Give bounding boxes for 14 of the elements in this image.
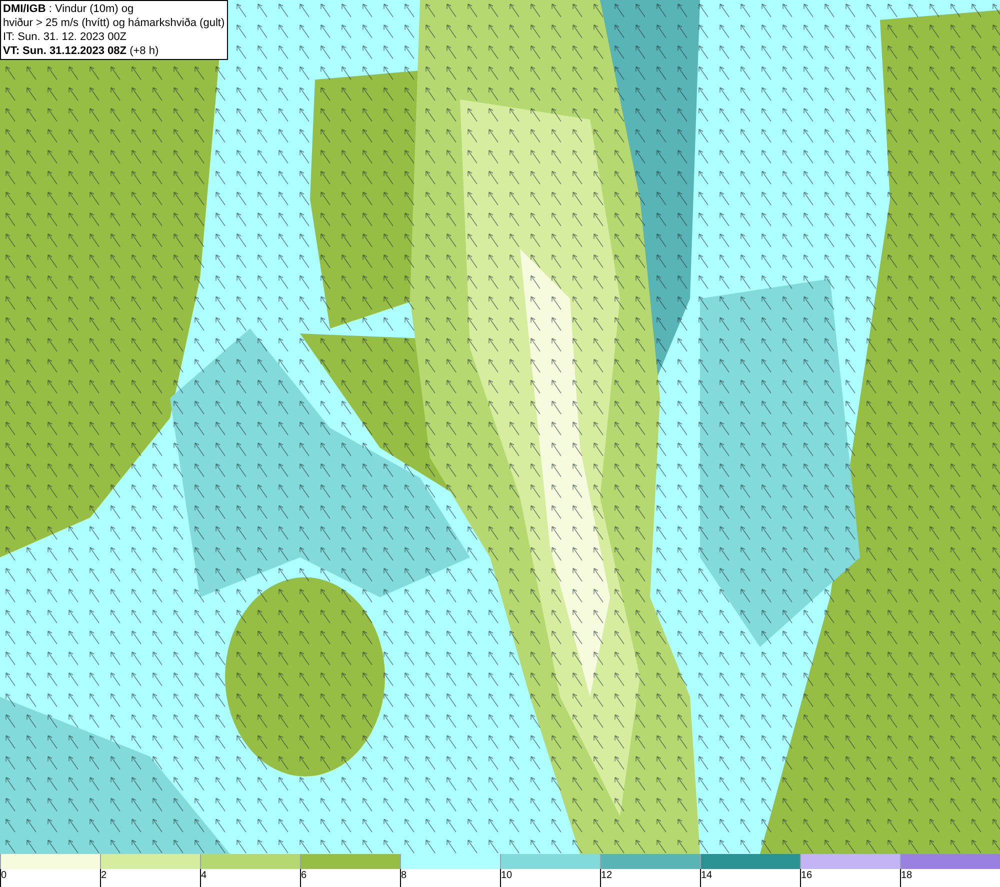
legend-label: 18 [901,869,914,883]
legend-label: 14 [701,869,714,883]
legend-label: 2 [101,869,108,883]
legend-label: 10 [501,869,514,883]
legend-label: 4 [201,869,208,883]
legend-label: 6 [301,869,308,883]
legend-label: 16 [801,869,814,883]
info-line: IT: Sun. 31. 12. 2023 00Z [3,30,128,44]
info-line: VT: Sun. 31.12.2023 08Z (+8 h) [3,44,160,58]
legend-label: 12 [601,869,614,883]
info-line: DMI/IGB : Vindur (10m) og [3,2,135,16]
info-line: hviður > 25 m/s (hvítt) og hámarkshviða (gult) [3,16,225,30]
legend-label: 8 [401,869,408,883]
legend-label: 0 [1,869,8,883]
